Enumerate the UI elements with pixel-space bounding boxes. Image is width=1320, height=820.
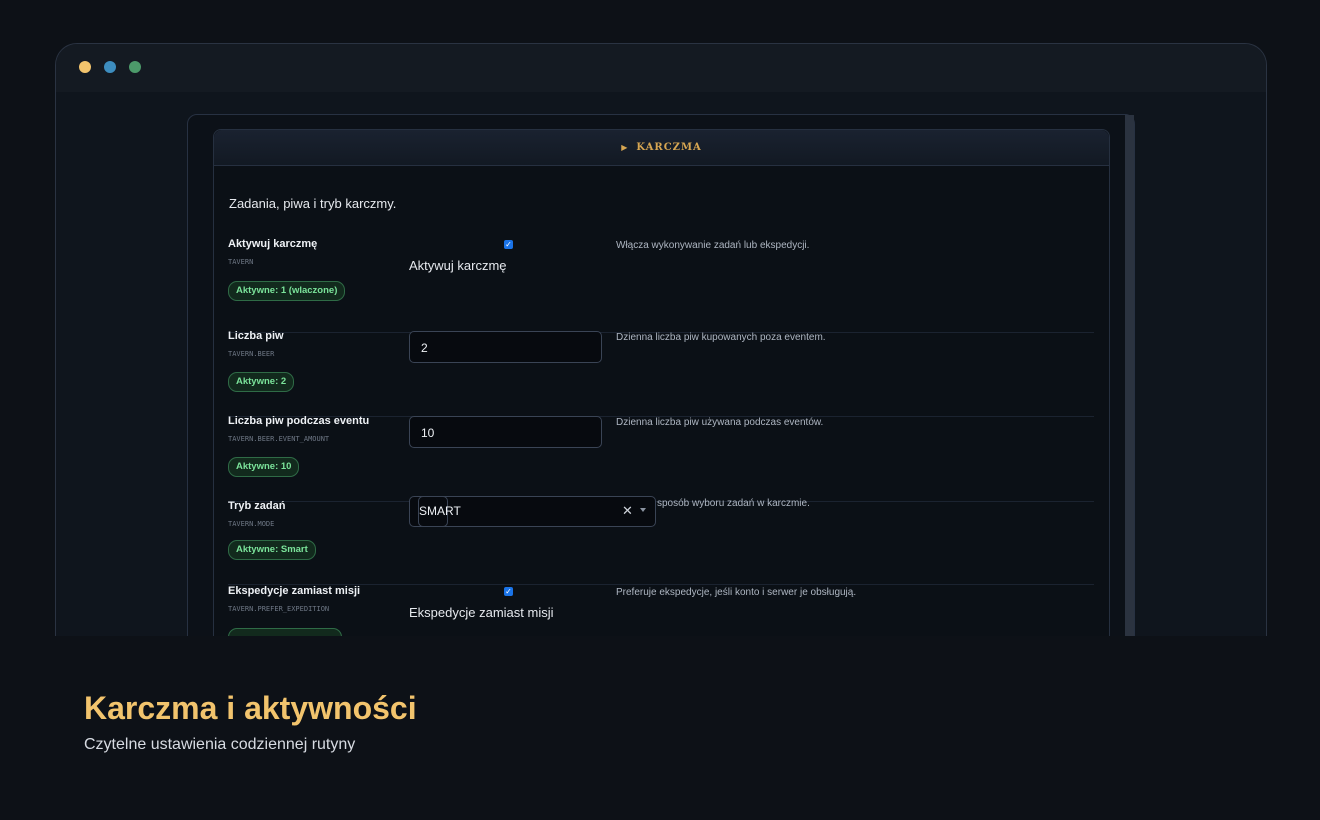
setting-key: TAVERN.MODE [228, 520, 275, 528]
browser-frame: ▶ KARCZMA Zadania, piwa i tryb karczmy. … [55, 43, 1267, 684]
setting-label: Liczba piw podczas eventu [228, 415, 370, 427]
setting-label: Ekspedycje zamiast misji [228, 585, 361, 597]
event-beer-input[interactable]: 10 [409, 416, 602, 448]
caption-subtitle: Czytelne ustawienia codziennej rutyny [84, 736, 356, 753]
beer-count-input[interactable]: 2 [409, 331, 602, 363]
caption-title: Karczma i aktywności [84, 690, 417, 726]
help-text: Dzienna liczba piw kupowanych poza event… [616, 332, 826, 343]
window-dot-blue[interactable] [104, 61, 116, 73]
setting-key: TAVERN.PREFER_EXPEDITION [228, 605, 330, 613]
setting-row: Aktywuj karczmę TAVERN Aktywne: 1 (wlacz… [228, 238, 1094, 333]
window-dot-yellow[interactable] [79, 61, 91, 73]
expedition-checkbox[interactable]: ✓ [504, 587, 513, 596]
caption-area: Karczma i aktywności Czytelne ustawienia… [0, 636, 1320, 820]
status-badge: Aktywne: 1 (wlaczone) [228, 281, 346, 301]
help-text: Dzienna liczba piw używana podczas event… [616, 417, 824, 428]
mode-select[interactable]: SMART ✕ [409, 496, 656, 527]
tavern-checkbox[interactable]: ✓ [504, 240, 513, 249]
clear-icon[interactable]: ✕ [622, 503, 633, 519]
setting-row: Liczba piw podczas eventu TAVERN.BEER.EV… [228, 415, 1094, 502]
panel-header[interactable]: ▶ KARCZMA [214, 130, 1109, 166]
setting-label: Tryb zadań [228, 500, 286, 512]
chevron-down-icon[interactable] [640, 508, 646, 512]
panel-title: KARCZMA [636, 142, 702, 153]
status-badge: Aktywne: Smart [228, 540, 316, 560]
scrollbar[interactable] [1125, 115, 1134, 684]
help-text: Preferuje ekspedycje, jeśli konto i serw… [616, 587, 857, 598]
setting-label: Liczba piw [228, 330, 284, 342]
status-badge: Aktywne: 10 [228, 457, 300, 477]
collapse-triangle-icon: ▶ [621, 143, 628, 152]
window-dot-green[interactable] [129, 61, 141, 73]
setting-row: Tryb zadań TAVERN.MODE Aktywne: Smart SM… [228, 496, 1094, 585]
setting-row: Liczba piw TAVERN.BEER Aktywne: 2 2 Dzie… [228, 330, 1094, 417]
help-text: sposób wyboru zadań w karczmie. [657, 498, 810, 509]
setting-key: TAVERN.BEER [228, 350, 275, 358]
status-badge: Aktywne: 2 [228, 372, 295, 392]
tavern-panel: ▶ KARCZMA Zadania, piwa i tryb karczmy. … [213, 129, 1110, 684]
help-text: Włącza wykonywanie zadań lub ekspedycji. [616, 240, 810, 251]
setting-key: TAVERN [228, 258, 254, 266]
select-value: SMART [419, 504, 461, 518]
setting-label: Aktywuj karczmę [228, 238, 318, 250]
checkbox-label[interactable]: Aktywuj karczmę [409, 258, 507, 273]
panel-description: Zadania, piwa i tryb karczmy. [229, 196, 397, 211]
checkbox-label[interactable]: Ekspedycje zamiast misji [409, 605, 554, 620]
window-titlebar [56, 44, 1266, 92]
viewport: ▶ KARCZMA Zadania, piwa i tryb karczmy. … [56, 92, 1266, 684]
setting-key: TAVERN.BEER.EVENT_AMOUNT [228, 435, 330, 443]
app-window: ▶ KARCZMA Zadania, piwa i tryb karczmy. … [187, 114, 1135, 684]
